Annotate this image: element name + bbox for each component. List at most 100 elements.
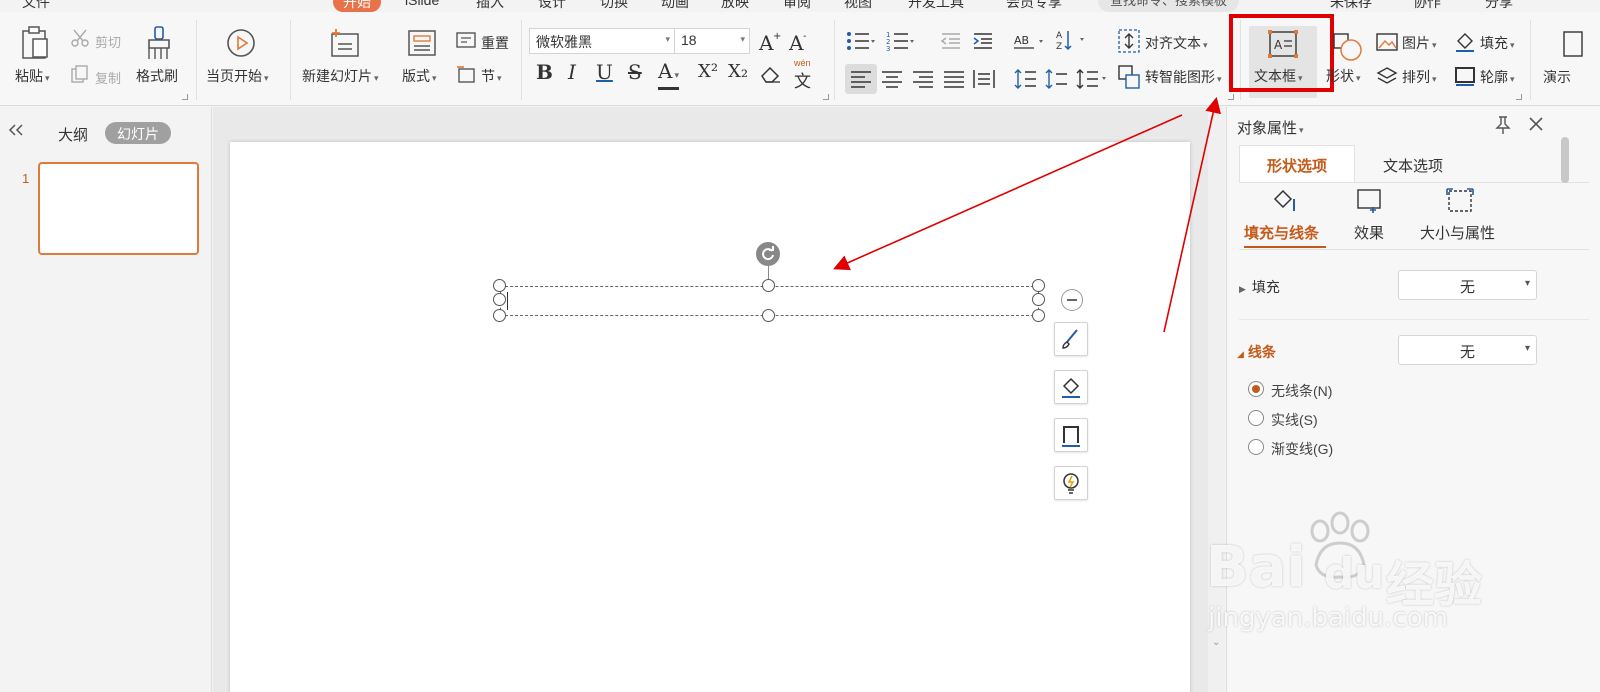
scroll-down-icon[interactable]: ⌄ [1212,637,1221,648]
fill-section-toggle[interactable]: ▶ 填充 [1239,277,1280,297]
resize-handle-top[interactable] [762,279,775,292]
radio-no-line-label[interactable]: 无线条(N) [1271,381,1332,401]
menu-tab-design[interactable]: 设计 [538,0,566,12]
menu-tab-islide[interactable]: iSlide [405,0,439,8]
copy-button[interactable]: 复制 [95,68,121,87]
resize-handle-left[interactable] [493,293,506,306]
new-slide-button[interactable]: 新建幻灯片 [302,66,379,86]
menu-tab-review[interactable]: 审阅 [783,0,811,12]
clipboard-group-launcher[interactable] [182,94,188,100]
close-icon[interactable] [1527,115,1545,136]
shape-button[interactable]: 形状 [1326,66,1361,86]
font-name-select[interactable]: 微软雅黑 [529,28,675,54]
distribute-icon[interactable] [972,64,996,97]
from-current-button[interactable]: 当页开始 [206,66,269,86]
radio-gradient-line[interactable] [1248,439,1264,455]
collapse-tools-icon[interactable] [1061,289,1083,311]
fill-line-icon[interactable] [1269,187,1299,218]
panel-scrollbar-thumb[interactable] [1561,137,1569,183]
subscript-button[interactable]: X₂ [728,61,748,82]
style-brush-icon[interactable] [1054,322,1088,356]
search-input[interactable]: 查找命令、搜索模板 [1098,0,1240,12]
layout-icon[interactable] [408,30,436,59]
superscript-button[interactable]: X² [698,61,718,82]
pinyin-button[interactable]: wén 文 [792,58,818,91]
shape-outline-icon[interactable] [1054,418,1088,452]
fill-button[interactable]: 填充 [1480,33,1515,53]
picture-button[interactable]: 图片 [1402,33,1437,53]
menu-tab-member[interactable]: 会员专享 [1006,0,1062,12]
slide-thumbnail[interactable] [38,162,199,255]
italic-button[interactable]: I [568,60,576,84]
bold-button[interactable]: B [536,60,553,84]
resize-handle-bottom[interactable] [762,309,775,322]
underline-button[interactable]: U [596,60,613,84]
align-right-icon[interactable] [911,64,935,97]
fill-dropdown[interactable]: 无 [1398,270,1537,300]
text-direction-icon[interactable]: AB [1012,30,1046,55]
radio-solid-line[interactable] [1248,410,1264,426]
resize-handle-tl[interactable] [493,279,506,292]
spacing-options-icon[interactable] [1076,64,1110,97]
menu-tab-home[interactable]: 开始 [333,0,381,12]
line-spacing-icon[interactable] [1014,64,1038,97]
format-painter-button[interactable]: 格式刷 [136,66,178,86]
shape-icon[interactable] [1333,32,1363,65]
tab-outline[interactable]: 大纲 [58,124,88,145]
paragraph-group-launcher[interactable] [1228,94,1234,100]
resize-handle-br[interactable] [1032,309,1045,322]
arrange-button[interactable]: 排列 [1402,67,1437,87]
format-painter-icon[interactable] [145,26,173,63]
radio-solid-line-label[interactable]: 实线(S) [1271,410,1318,430]
resize-handle-tr[interactable] [1032,279,1045,292]
collapse-icon[interactable] [8,123,24,140]
sort-icon[interactable]: AZ [1056,28,1090,55]
cut-button[interactable]: 剪切 [95,32,121,51]
resize-handle-bl[interactable] [493,309,506,322]
radio-no-line[interactable] [1248,381,1264,397]
menu-file[interactable]: 文件 [22,0,50,12]
menu-tab-animation[interactable]: 动画 [661,0,689,12]
increase-indent-icon[interactable] [972,32,994,53]
tab-shape-options[interactable]: 形状选项 [1267,155,1327,176]
line-dropdown[interactable]: 无 [1398,335,1537,365]
smartart-button[interactable]: 转智能图形 [1145,67,1222,87]
size-props-icon[interactable] [1445,187,1475,218]
tab-slides[interactable]: 幻灯片 [105,122,171,144]
font-color-button[interactable]: A [658,60,679,90]
outline-button[interactable]: 轮廓 [1480,67,1515,87]
font-shrink-icon[interactable]: A- [788,29,812,56]
shape-fill-icon[interactable] [1054,370,1088,404]
present-tools-button[interactable]: 演示 [1543,67,1571,87]
subtab-effect[interactable]: 效果 [1354,222,1384,243]
collab-button[interactable]: 协作 [1413,0,1441,12]
subtab-size-props[interactable]: 大小与属性 [1420,222,1495,243]
align-text-button[interactable]: 对齐文本 [1145,33,1208,53]
reset-button[interactable]: 重置 [481,33,509,53]
new-slide-icon[interactable] [328,28,360,61]
decrease-indent-icon[interactable] [940,32,962,53]
menu-tab-slideshow[interactable]: 放映 [721,0,749,12]
menu-tab-transition[interactable]: 切换 [600,0,628,12]
section-button[interactable]: 节 [481,66,502,86]
resize-handle-right[interactable] [1032,293,1045,306]
panel-title[interactable]: 对象属性 [1237,117,1304,138]
font-size-select[interactable]: 18 [674,28,750,54]
eraser-icon[interactable] [760,64,782,87]
present-tools-icon[interactable] [1562,30,1586,63]
paste-icon[interactable] [20,26,50,63]
justify-icon[interactable] [942,64,966,97]
strikethrough-button[interactable]: S [628,60,642,84]
play-icon[interactable] [226,28,256,61]
bullets-icon[interactable] [845,30,875,55]
rotate-handle-icon[interactable] [756,242,780,266]
line-section-toggle[interactable]: ◢ 线条 [1237,342,1276,362]
menu-tab-view[interactable]: 视图 [844,0,872,12]
pin-icon[interactable] [1493,115,1513,138]
radio-gradient-line-label[interactable]: 渐变线(G) [1271,439,1333,459]
subtab-fill-line[interactable]: 填充与线条 [1244,222,1319,243]
numbering-icon[interactable]: 123 [886,30,916,55]
menu-tab-insert[interactable]: 插入 [476,0,504,12]
share-button[interactable]: 分享 [1485,0,1513,12]
align-left-icon[interactable] [845,64,877,94]
